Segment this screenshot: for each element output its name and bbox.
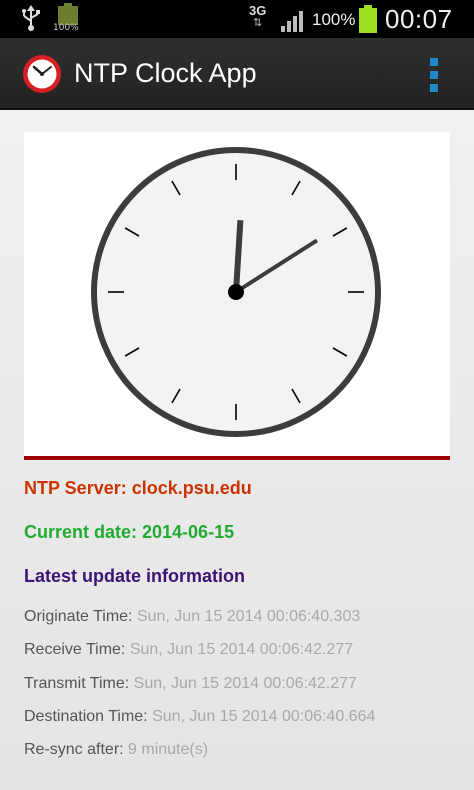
analog-clock [91, 147, 381, 437]
destination-time-row: Destination Time: Sun, Jun 15 2014 00:06… [24, 708, 375, 726]
screen: 100% 3G ⇅ 100% 00:07 NTP Clock App NTP S… [0, 0, 474, 790]
signal-strength-icon [281, 11, 303, 32]
resync-row: Re-sync after: 9 minute(s) [24, 741, 208, 759]
originate-time-value: Sun, Jun 15 2014 00:06:40.303 [136, 608, 361, 625]
clock-center-dot [228, 284, 244, 300]
small-battery-label: 100% [53, 23, 79, 33]
originate-time-label: Originate Time: [24, 608, 137, 625]
network-activity-icon: ⇅ [253, 17, 263, 29]
network-type: 3G [249, 3, 267, 18]
status-time: 00:07 [385, 4, 453, 34]
analog-clock-panel [24, 132, 450, 460]
ntp-server-label: NTP Server: clock.psu.edu [24, 478, 252, 498]
resync-label: Re-sync after: [24, 741, 129, 758]
overflow-menu-icon[interactable] [426, 58, 442, 92]
small-battery-icon [58, 3, 78, 25]
usb-icon [22, 5, 40, 31]
transmit-time-label: Transmit Time: [24, 675, 134, 692]
destination-time-value: Sun, Jun 15 2014 00:06:40.664 [152, 708, 376, 725]
transmit-time-row: Transmit Time: Sun, Jun 15 2014 00:06:42… [24, 675, 357, 693]
app-title: NTP Clock App [74, 58, 257, 88]
resync-value: 9 minute(s) [128, 741, 209, 758]
battery-percent: 100% [312, 10, 356, 29]
clock-app-icon [23, 55, 61, 93]
receive-time-value: Sun, Jun 15 2014 00:06:42.277 [129, 641, 354, 658]
latest-update-heading: Latest update information [24, 566, 246, 586]
transmit-time-value: Sun, Jun 15 2014 00:06:42.277 [133, 675, 357, 692]
receive-time-label: Receive Time: [24, 641, 130, 658]
current-date-label: Current date: 2014-06-15 [24, 522, 235, 542]
action-bar: NTP Clock App [0, 38, 474, 110]
receive-time-row: Receive Time: Sun, Jun 15 2014 00:06:42.… [24, 641, 353, 659]
battery-icon [359, 5, 377, 33]
originate-time-row: Originate Time: Sun, Jun 15 2014 00:06:4… [24, 608, 360, 626]
destination-time-label: Destination Time: [24, 708, 153, 725]
status-bar: 100% 3G ⇅ 100% 00:07 [0, 0, 474, 38]
main-content: NTP Server: clock.psu.edu Current date: … [0, 110, 474, 790]
